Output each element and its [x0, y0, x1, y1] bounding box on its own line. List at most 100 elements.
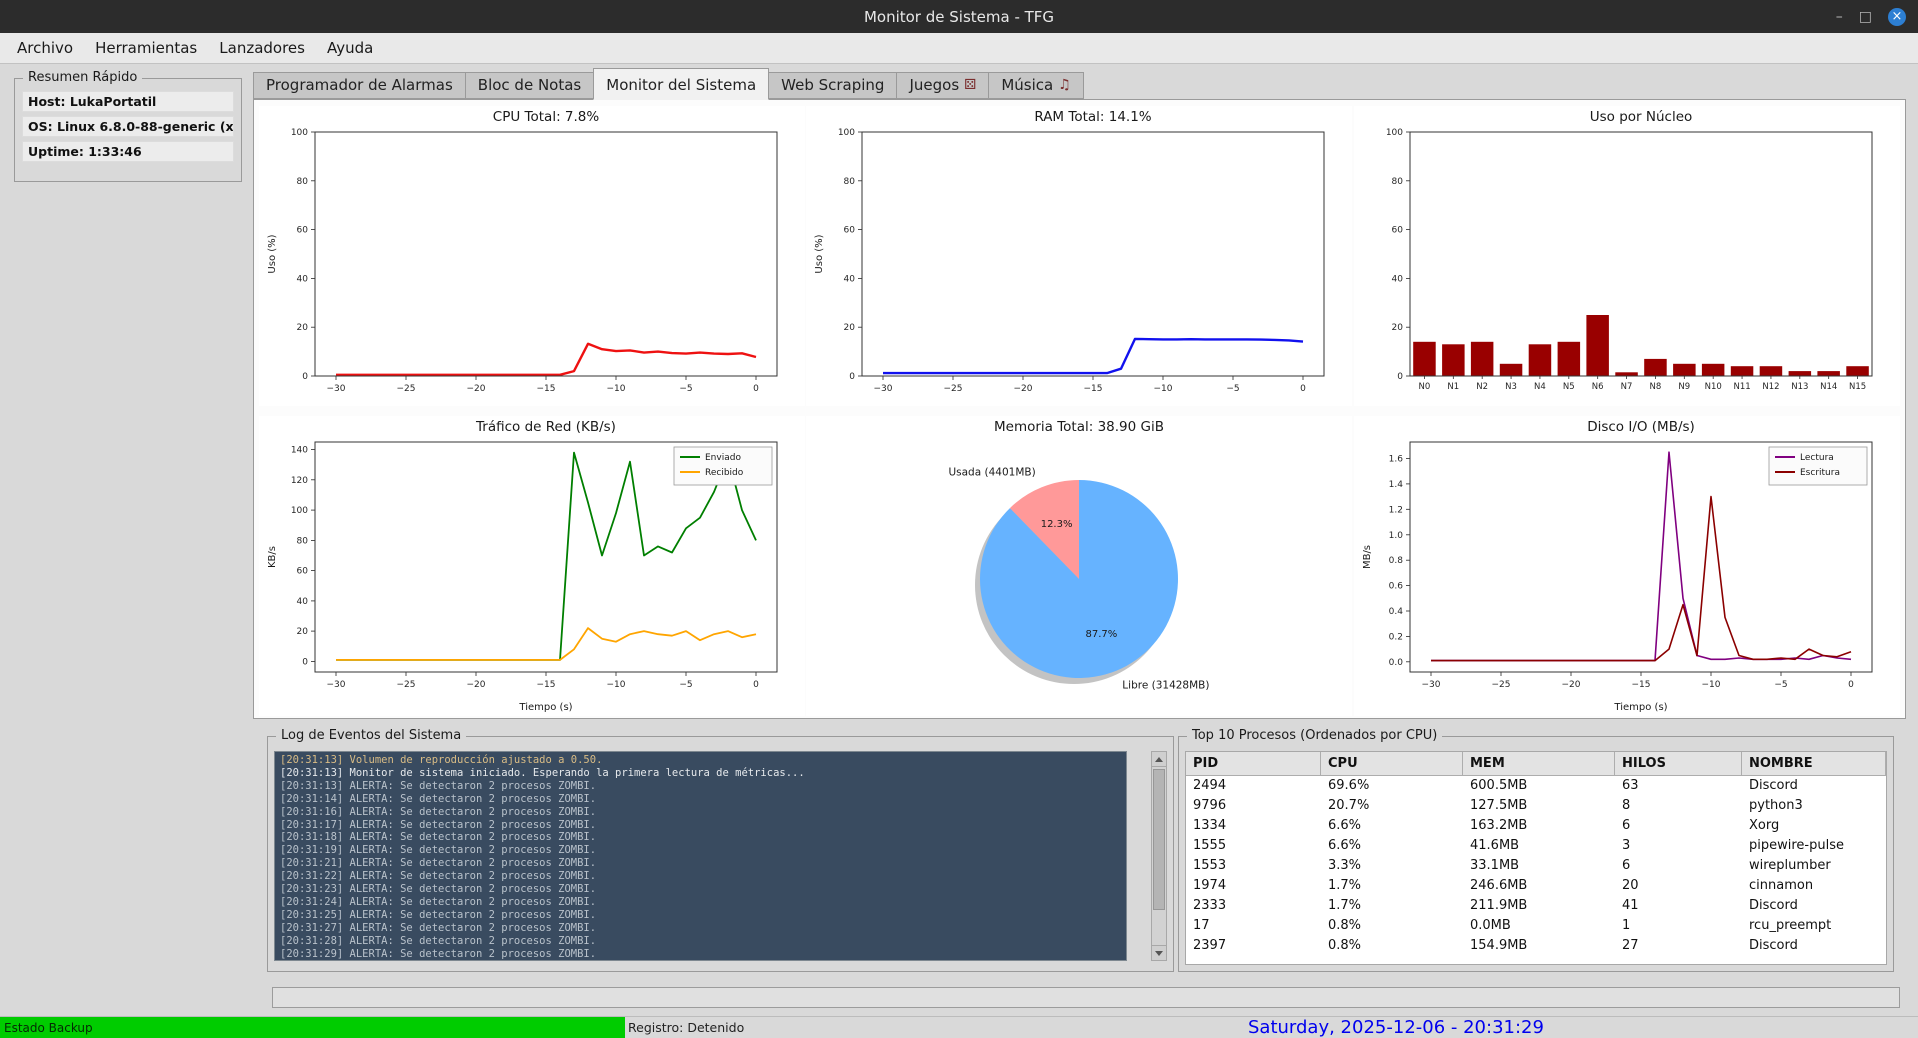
svg-text:−30: −30: [326, 384, 345, 394]
log-panel: Log de Eventos del Sistema [20:31:13] Vo…: [267, 736, 1174, 972]
scrollbar-track[interactable]: [1152, 767, 1166, 945]
svg-text:120: 120: [291, 476, 308, 486]
table-cell: 2333: [1186, 896, 1321, 916]
table-row[interactable]: 15556.6%41.6MB3pipewire-pulse: [1186, 836, 1886, 856]
table-row[interactable]: 23970.8%154.9MB27Discord: [1186, 936, 1886, 956]
menu-item-ayuda[interactable]: Ayuda: [316, 35, 384, 61]
process-title: Top 10 Procesos (Ordenados por CPU): [1187, 728, 1442, 743]
maximize-button[interactable]: □: [1859, 10, 1872, 24]
tab-label: Monitor del Sistema: [606, 76, 756, 94]
log-line: [20:31:13] ALERTA: Se detectaron 2 proce…: [280, 780, 1121, 793]
svg-text:−20: −20: [466, 384, 485, 394]
log-line: [20:31:27] ALERTA: Se detectaron 2 proce…: [280, 922, 1121, 935]
table-cell: 1: [1615, 916, 1742, 936]
scroll-up-arrow-icon[interactable]: [1152, 752, 1166, 767]
svg-text:RAM Total: 14.1%: RAM Total: 14.1%: [1035, 109, 1152, 125]
menu-item-archivo[interactable]: Archivo: [6, 35, 84, 61]
svg-text:N5: N5: [1563, 382, 1575, 392]
log-line: [20:31:29] ALERTA: Se detectaron 2 proce…: [280, 948, 1121, 961]
svg-text:−15: −15: [1632, 680, 1651, 690]
table-cell: 154.9MB: [1463, 936, 1615, 956]
svg-text:−5: −5: [679, 680, 692, 690]
svg-text:N6: N6: [1592, 382, 1604, 392]
svg-text:100: 100: [838, 128, 855, 138]
svg-text:N12: N12: [1763, 382, 1780, 392]
table-cell: 8: [1615, 796, 1742, 816]
table-row[interactable]: 249469.6%600.5MB63Discord: [1186, 776, 1886, 796]
window-controls: – □ ×: [1836, 0, 1906, 33]
table-cell: 33.1MB: [1463, 856, 1615, 876]
registro-status: Registro: Detenido: [628, 1017, 744, 1038]
tab-juegos[interactable]: Juegos⚄: [896, 72, 989, 99]
close-button[interactable]: ×: [1888, 8, 1906, 26]
menu-item-lanzadores[interactable]: Lanzadores: [208, 35, 316, 61]
tab-label: Web Scraping: [781, 76, 884, 94]
column-header-pid[interactable]: PID: [1186, 752, 1321, 776]
svg-text:100: 100: [291, 128, 308, 138]
window-title: Monitor de Sistema - TFG: [0, 8, 1918, 26]
log-line: [20:31:28] ALERTA: Se detectaron 2 proce…: [280, 935, 1121, 948]
scrollbar-thumb[interactable]: [1153, 769, 1165, 910]
table-row[interactable]: 13346.6%163.2MB6Xorg: [1186, 816, 1886, 836]
table-cell: 127.5MB: [1463, 796, 1615, 816]
svg-text:0.2: 0.2: [1389, 632, 1403, 642]
log-scrollbar[interactable]: [1151, 751, 1167, 961]
table-row[interactable]: 19741.7%246.6MB20cinnamon: [1186, 876, 1886, 896]
svg-text:100: 100: [1386, 128, 1403, 138]
column-header-nombre[interactable]: NOMBRE: [1742, 752, 1886, 776]
table-cell: 63: [1615, 776, 1742, 796]
table-cell: pipewire-pulse: [1742, 836, 1886, 856]
svg-text:60: 60: [844, 226, 856, 236]
table-cell: 1555: [1186, 836, 1321, 856]
svg-text:60: 60: [1392, 226, 1404, 236]
tab-musica[interactable]: Música♫: [988, 72, 1083, 99]
svg-text:Disco I/O (MB/s): Disco I/O (MB/s): [1587, 419, 1695, 435]
svg-text:MB/s: MB/s: [1362, 545, 1373, 569]
table-cell: 6.6%: [1321, 836, 1463, 856]
quick-summary-title: Resumen Rápido: [23, 70, 142, 85]
table-cell: 211.9MB: [1463, 896, 1615, 916]
svg-text:0: 0: [753, 384, 759, 394]
table-row[interactable]: 23331.7%211.9MB41Discord: [1186, 896, 1886, 916]
menu-bar: ArchivoHerramientasLanzadoresAyuda: [0, 33, 1918, 64]
log-line: [20:31:19] ALERTA: Se detectaron 2 proce…: [280, 844, 1121, 857]
table-cell: 9796: [1186, 796, 1321, 816]
svg-text:1.2: 1.2: [1389, 505, 1403, 515]
menu-item-herramientas[interactable]: Herramientas: [84, 35, 208, 61]
svg-text:−5: −5: [1775, 680, 1788, 690]
svg-text:Recibido: Recibido: [705, 468, 744, 478]
table-row[interactable]: 170.8%0.0MB1rcu_preempt: [1186, 916, 1886, 936]
scroll-down-arrow-icon[interactable]: [1152, 945, 1166, 960]
chart-ram: −30−25−20−15−10−50020406080100RAM Total:…: [806, 106, 1352, 406]
log-console[interactable]: [20:31:13] Volumen de reproducción ajust…: [274, 751, 1127, 961]
svg-text:140: 140: [291, 446, 308, 456]
svg-text:−5: −5: [1227, 384, 1240, 394]
table-cell: 6: [1615, 856, 1742, 876]
svg-text:0.4: 0.4: [1389, 607, 1404, 617]
process-panel: Top 10 Procesos (Ordenados por CPU) PIDC…: [1178, 736, 1894, 972]
svg-text:−15: −15: [536, 680, 555, 690]
title-bar[interactable]: Monitor de Sistema - TFG – □ ×: [0, 0, 1918, 33]
svg-text:40: 40: [1392, 274, 1404, 284]
tab-monitor-del-sistema[interactable]: Monitor del Sistema: [593, 68, 769, 100]
tab-bar: Programador de AlarmasBloc de Notas Monit…: [253, 70, 1906, 99]
svg-text:Uso (%): Uso (%): [267, 234, 278, 273]
stat-host: Host: LukaPortatil: [22, 91, 234, 112]
svg-text:−20: −20: [1014, 384, 1033, 394]
column-header-hilos[interactable]: HILOS: [1615, 752, 1742, 776]
svg-text:0: 0: [1848, 680, 1854, 690]
tab-bloc-de-notas[interactable]: Bloc de Notas: [465, 72, 594, 99]
log-line: [20:31:16] ALERTA: Se detectaron 2 proce…: [280, 806, 1121, 819]
log-line: [20:31:13] Volumen de reproducción ajust…: [280, 754, 1121, 767]
svg-text:Tiempo (s): Tiempo (s): [1614, 702, 1668, 713]
table-row[interactable]: 979620.7%127.5MB8python3: [1186, 796, 1886, 816]
column-header-mem[interactable]: MEM: [1463, 752, 1615, 776]
svg-text:N10: N10: [1705, 382, 1722, 392]
table-row[interactable]: 15533.3%33.1MB6wireplumber: [1186, 856, 1886, 876]
column-header-cpu[interactable]: CPU: [1321, 752, 1463, 776]
tab-web-scraping[interactable]: Web Scraping: [768, 72, 897, 99]
tab-programador-de-alarmas[interactable]: Programador de Alarmas: [253, 72, 466, 99]
minimize-button[interactable]: –: [1836, 10, 1843, 24]
table-cell: 1334: [1186, 816, 1321, 836]
table-cell: rcu_preempt: [1742, 916, 1886, 936]
